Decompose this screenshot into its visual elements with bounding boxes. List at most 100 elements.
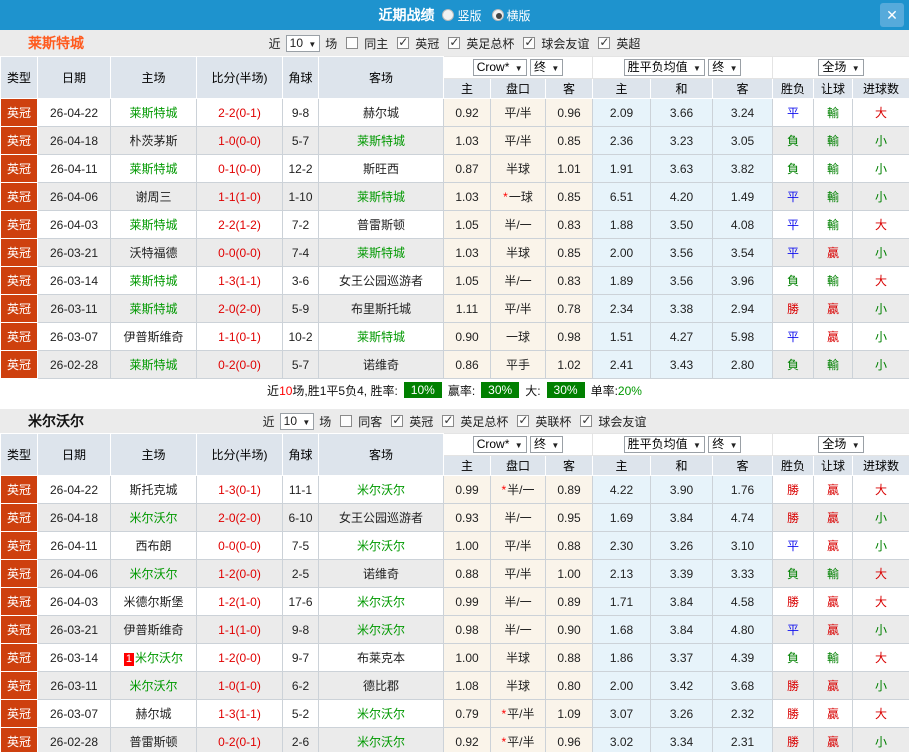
home-team-name: 莱斯特城 <box>129 302 178 316</box>
odds-stage-select[interactable]: 终 ▼ <box>530 59 564 76</box>
home-team-name: 斯托克城 <box>129 483 178 497</box>
europe-avg-select[interactable]: 胜平负均值 ▼ <box>623 59 705 76</box>
handicap-result: 贏 <box>813 587 854 616</box>
col-ah-home: 主 <box>443 78 491 99</box>
ah-away-odds: 0.89 <box>544 475 594 504</box>
col-corner: 角球 <box>282 56 319 99</box>
match-date: 26-04-03 <box>37 210 111 239</box>
league-checkbox-2[interactable] <box>517 413 530 427</box>
home-team-cell: 1 米尔沃尔 <box>110 643 197 672</box>
col-eu-home: 主 <box>592 455 652 476</box>
over-under-result: 小 <box>852 350 909 379</box>
away-team-cell: 女王公园巡游者 <box>318 266 444 295</box>
leicester-rows: 英冠 26-04-22 莱斯特城 2-2(0-1) 9-8 赫尔城 0.92 平/半 0.96 2… <box>0 98 909 379</box>
radio-horizontal-layout[interactable]: 横版 <box>491 7 531 24</box>
over-under-result: 小 <box>852 294 909 323</box>
ah-away-odds: 0.80 <box>544 671 594 700</box>
handicap-text: 半/一 <box>504 274 532 288</box>
home-team-cell: 莱斯特城 <box>110 266 197 295</box>
ah-home-odds: 1.08 <box>443 671 491 700</box>
eu-away-odds: 4.58 <box>712 587 774 616</box>
close-icon[interactable]: ✕ <box>880 3 904 27</box>
handicap-result: 贏 <box>813 699 854 728</box>
handicap-text: 半球 <box>505 162 530 176</box>
col-score: 比分(半场) <box>196 56 283 99</box>
away-team-name: 米尔沃尔 <box>356 483 405 497</box>
away-team-name: 米尔沃尔 <box>356 595 405 609</box>
league-checkbox-1[interactable] <box>448 35 461 49</box>
radio-vertical-layout[interactable]: 竖版 <box>442 7 482 24</box>
league-checkbox-0[interactable] <box>391 413 404 427</box>
handicap-text: 半球 <box>505 651 530 665</box>
match-date: 26-04-11 <box>37 154 111 183</box>
match-row: 英冠 26-03-21 伊普斯维奇 1-1(1-0) 9-8 米尔沃尔 0.98 半/一 0.9… <box>0 615 909 644</box>
match-row: 英冠 26-04-03 米德尔斯堡 1-2(1-0) 17-6 米尔沃尔 0.99 半/一 0.… <box>0 587 909 616</box>
away-team-name: 诺维奇 <box>362 567 399 581</box>
match-row: 英冠 26-04-06 谢周三 1-1(1-0) 1-10 莱斯特城 1.03 *一球 0.85… <box>0 182 909 211</box>
corners-cell: 5-7 <box>282 350 319 379</box>
handicap-result: 輸 <box>813 266 854 295</box>
odds-stage-select-2[interactable]: 终 ▼ <box>530 436 564 453</box>
match-date: 26-02-28 <box>37 727 111 752</box>
radio-icon[interactable] <box>442 9 455 21</box>
wdl-result: 勝 <box>772 475 815 504</box>
handicap-cell: *平/半 <box>490 699 546 728</box>
same-home-checkbox[interactable] <box>346 37 359 49</box>
europe-odds-group: 胜平负均值 ▼ 终 ▼ <box>592 433 774 456</box>
home-team-name: 伊普斯维奇 <box>123 623 184 637</box>
league-badge: 英冠 <box>0 182 38 211</box>
same-away-checkbox[interactable] <box>340 415 353 427</box>
eu-draw-odds: 3.50 <box>650 210 714 239</box>
handicap-text: 一球 <box>508 190 533 204</box>
full-match-select-2[interactable]: 全场 ▼ <box>818 436 864 453</box>
eu-draw-odds: 3.26 <box>650 531 714 560</box>
corners-cell: 1-10 <box>282 182 319 211</box>
ah-home-odds: 0.99 <box>443 587 491 616</box>
corners-cell: 5-7 <box>282 126 319 155</box>
eu-away-odds: 4.80 <box>712 615 774 644</box>
home-team-cell: 米尔沃尔 <box>110 559 197 588</box>
league-checkbox-3[interactable] <box>598 35 611 49</box>
score-cell: 0-1(0-0) <box>196 154 283 183</box>
odds-company-select[interactable]: Crow* ▼ <box>472 59 527 76</box>
eu-home-odds: 2.13 <box>592 559 652 588</box>
eu-home-odds: 1.71 <box>592 587 652 616</box>
home-team-cell: 莱斯特城 <box>110 210 197 239</box>
league-checkbox-0[interactable] <box>397 35 410 49</box>
league-checkbox-1[interactable] <box>442 413 455 427</box>
handicap-result: 贏 <box>813 615 854 644</box>
europe-avg-select-2[interactable]: 胜平负均值 ▼ <box>623 436 705 453</box>
europe-stage-select[interactable]: 终 ▼ <box>708 59 742 76</box>
score-cell: 1-0(1-0) <box>196 671 283 700</box>
wdl-result: 負 <box>772 266 815 295</box>
col-home: 主场 <box>110 56 197 99</box>
radio-icon-checked[interactable] <box>491 9 504 21</box>
europe-stage-select-2[interactable]: 终 ▼ <box>708 436 742 453</box>
ah-away-odds: 0.96 <box>544 727 594 752</box>
corners-cell: 2-6 <box>282 727 319 752</box>
league-checkbox-2[interactable] <box>523 35 536 49</box>
match-count-select[interactable]: 10 ▼ <box>285 34 321 52</box>
over-under-result: 大 <box>852 559 909 588</box>
eu-away-odds: 2.94 <box>712 294 774 323</box>
handicap-text: 平手 <box>505 358 530 372</box>
eu-home-odds: 1.69 <box>592 503 652 532</box>
eu-home-odds: 1.89 <box>592 266 652 295</box>
same-home-label: 同主 <box>364 36 389 51</box>
league-badge: 英冠 <box>0 699 38 728</box>
league-badge: 英冠 <box>0 671 38 700</box>
match-count-select-2[interactable]: 10 ▼ <box>279 412 315 430</box>
score-text: 0-1(0-0) <box>218 161 261 176</box>
score-cell: 1-3(0-1) <box>196 475 283 504</box>
match-row: 英冠 26-04-18 米尔沃尔 2-0(2-0) 6-10 女王公园巡游者 0.93 半/一… <box>0 503 909 532</box>
match-date: 26-04-11 <box>37 531 111 560</box>
eu-home-odds: 1.88 <box>592 210 652 239</box>
over-under-result: 大 <box>852 699 909 728</box>
handicap-cell: 半球 <box>490 671 546 700</box>
full-match-select[interactable]: 全场 ▼ <box>818 59 864 76</box>
away-team-name: 莱斯特城 <box>356 330 405 344</box>
eu-home-odds: 4.22 <box>592 475 652 504</box>
league-checkbox-3[interactable] <box>580 413 593 427</box>
wdl-result: 平 <box>772 210 815 239</box>
odds-company-select-2[interactable]: Crow* ▼ <box>472 436 527 453</box>
